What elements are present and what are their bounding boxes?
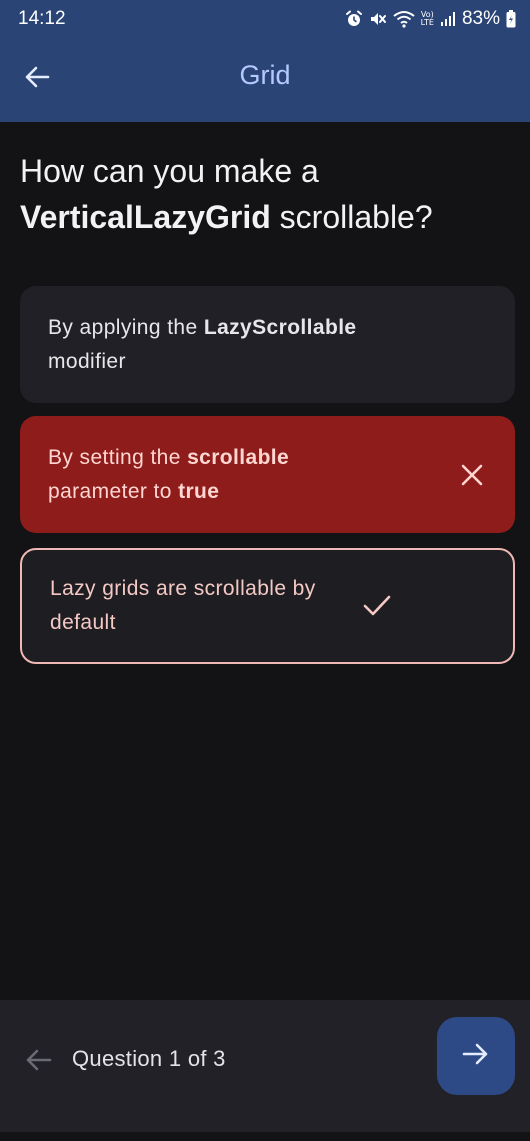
wifi-icon [393, 10, 415, 28]
system-nav-area [0, 1132, 530, 1141]
answer-option-2-text: By setting the scrollable parameter to t… [48, 441, 445, 509]
answer-option-2-incorrect[interactable]: By setting the scrollable parameter to t… [20, 416, 515, 533]
quiz-screen: 14:12 Vo) LTE 83% Grid How can you make … [0, 0, 530, 1141]
app-bar: Grid [0, 38, 530, 122]
battery-percent: 83% [461, 8, 500, 29]
question-prefix: How can you make a [20, 153, 319, 189]
option-text-part: modifier [48, 349, 126, 373]
alarm-icon [345, 10, 363, 28]
option-text-bold: LazyScrollable [203, 315, 357, 339]
next-question-button[interactable] [437, 1017, 515, 1095]
lte-icon: Vo) LTE [421, 11, 434, 27]
question-bold: VerticalLazyGrid [20, 199, 271, 235]
status-icons: Vo) LTE 83% [345, 6, 516, 32]
question-counter: Question 1 of 3 [72, 1046, 226, 1071]
status-bar: 14:12 Vo) LTE 83% [0, 0, 530, 38]
lte-bottom-label: LTE [420, 18, 434, 27]
option-text-part: parameter to [48, 479, 179, 503]
option-text-part: By applying the [48, 315, 204, 339]
bottom-navigation: Question 1 of 3 [0, 1000, 530, 1141]
question-text: How can you make a VerticalLazyGrid scro… [20, 148, 510, 240]
previous-question-button[interactable] [20, 1044, 56, 1080]
check-icon [362, 591, 392, 621]
battery-icon [506, 10, 516, 28]
close-icon [457, 460, 487, 490]
signal-icon [440, 11, 456, 27]
mute-icon [369, 10, 387, 28]
answer-option-1-text: By applying the LazyScrollable modifier [48, 311, 487, 379]
option-text-bold: scrollable [187, 445, 290, 469]
answer-option-3-text: Lazy grids are scrollable by default [50, 577, 316, 634]
header: 14:12 Vo) LTE 83% Grid [0, 0, 530, 122]
option-text-bold: true [178, 479, 220, 503]
option-text-part: By setting the [48, 445, 188, 469]
arrow-left-icon [24, 1046, 52, 1079]
answer-option-1[interactable]: By applying the LazyScrollable modifier [20, 286, 515, 403]
question-suffix: scrollable? [270, 199, 433, 235]
answer-option-3-correct[interactable]: Lazy grids are scrollable by default [20, 548, 515, 664]
status-time: 14:12 [18, 8, 66, 29]
arrow-right-icon [462, 1040, 490, 1073]
page-title: Grid [239, 60, 291, 90]
